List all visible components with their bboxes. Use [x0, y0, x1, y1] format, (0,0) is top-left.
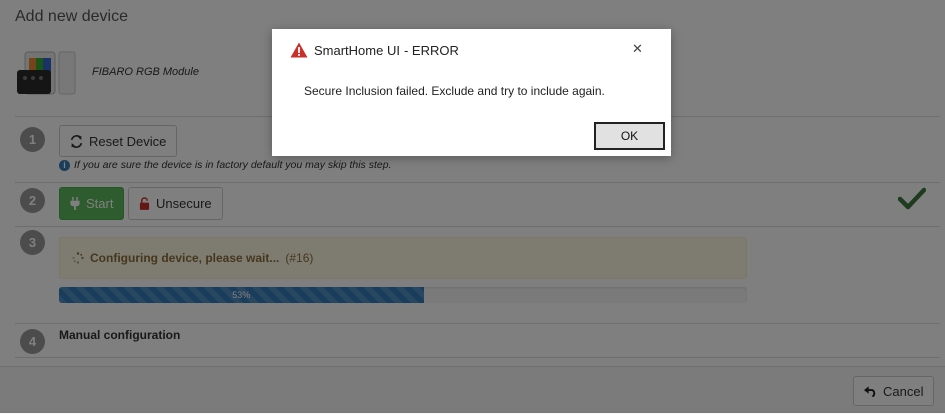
dialog-message: Secure Inclusion failed. Exclude and try…	[304, 84, 605, 98]
dialog-title-error: - ERROR	[403, 42, 459, 58]
ok-button[interactable]: OK	[594, 122, 665, 150]
error-dialog: SmartHome UI - ERROR ✕ Secure Inclusion …	[272, 29, 671, 156]
dialog-title: SmartHome UI - ERROR	[290, 42, 459, 58]
dialog-title-text: SmartHome UI	[314, 42, 400, 58]
warning-icon	[290, 42, 308, 58]
close-icon[interactable]: ✕	[632, 41, 643, 57]
